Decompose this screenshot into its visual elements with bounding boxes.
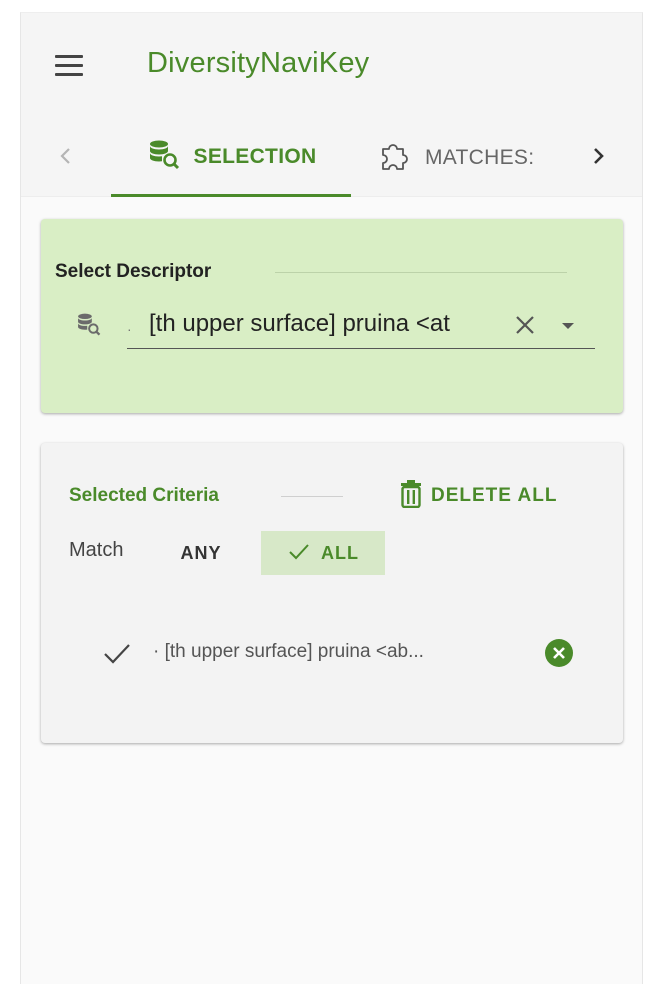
- remove-criterion-icon[interactable]: [543, 637, 575, 669]
- check-icon: [287, 541, 311, 566]
- trash-icon: [399, 479, 423, 513]
- tab-scroll-left-icon[interactable]: [51, 141, 81, 171]
- chevron-down-icon[interactable]: [559, 317, 577, 335]
- heading-divider: [281, 496, 343, 497]
- match-all-button[interactable]: ALL: [261, 531, 385, 575]
- criterion-text: · [th upper surface] pruina <ab...: [153, 641, 424, 662]
- match-any-button[interactable]: ANY: [161, 531, 241, 575]
- list-item: · [th upper surface] pruina <ab...: [97, 633, 587, 673]
- tab-scroll-right-icon[interactable]: [583, 141, 613, 171]
- puzzle-icon: [377, 139, 411, 178]
- clear-icon[interactable]: [513, 313, 537, 337]
- top-toolbar: DiversityNaviKey: [21, 13, 642, 119]
- tab-selection[interactable]: SELECTION: [111, 119, 351, 197]
- select-descriptor-card: Select Descriptor · [th upper surface] p…: [41, 219, 623, 413]
- descriptor-select[interactable]: · [th upper surface] pruina <at: [127, 301, 595, 349]
- selected-criteria-card: Selected Criteria DELETE ALL Match ANY A…: [41, 443, 623, 743]
- delete-all-label: DELETE ALL: [431, 485, 558, 506]
- tab-matches[interactable]: MATCHES:: [377, 119, 577, 197]
- database-search-icon: [146, 137, 180, 176]
- select-descriptor-heading: Select Descriptor: [55, 261, 212, 282]
- app-window: DiversityNaviKey SELECTION MATCHES: Sele…: [20, 12, 643, 984]
- hamburger-menu-icon[interactable]: [55, 55, 83, 77]
- descriptor-select-value: [th upper surface] pruina <at: [149, 310, 450, 337]
- app-title: DiversityNaviKey: [147, 47, 370, 79]
- heading-divider: [275, 272, 567, 273]
- delete-all-button[interactable]: DELETE ALL: [399, 479, 557, 513]
- match-all-label: ALL: [321, 542, 359, 563]
- tab-selection-label: SELECTION: [193, 144, 317, 168]
- select-bullet: ·: [127, 321, 132, 337]
- match-label: Match: [69, 539, 124, 561]
- tab-matches-label: MATCHES:: [425, 146, 535, 169]
- tab-bar: SELECTION MATCHES:: [21, 119, 642, 197]
- check-icon: [101, 639, 133, 667]
- selected-criteria-heading: Selected Criteria: [69, 485, 219, 506]
- database-search-icon: [75, 311, 101, 337]
